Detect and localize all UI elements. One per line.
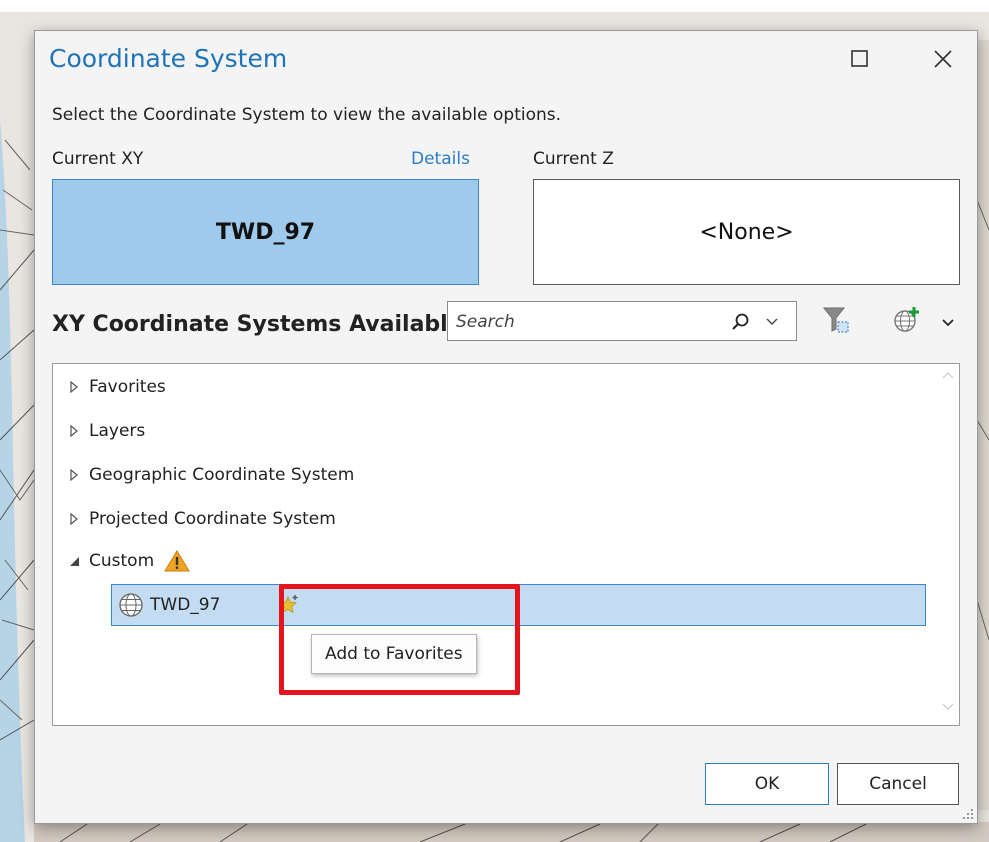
dialog-title: Coordinate System: [49, 44, 288, 73]
tree-item-layers[interactable]: Layers: [69, 416, 145, 446]
scroll-down-icon[interactable]: [941, 702, 955, 712]
expand-arrow-icon[interactable]: [69, 469, 79, 481]
collapse-arrow-icon[interactable]: [69, 556, 80, 567]
search-input[interactable]: [454, 309, 718, 335]
details-link[interactable]: Details: [411, 149, 470, 169]
section-title: XY Coordinate Systems Available: [52, 312, 463, 337]
expand-arrow-icon[interactable]: [69, 425, 79, 437]
tree-item-favorites[interactable]: Favorites: [69, 372, 166, 402]
expand-arrow-icon[interactable]: [69, 513, 79, 525]
chevron-down-icon[interactable]: [766, 316, 778, 326]
ok-button[interactable]: OK: [705, 763, 829, 805]
filter-icon[interactable]: [822, 305, 850, 335]
current-z-value: <None>: [699, 219, 794, 245]
tree-item-label: Geographic Coordinate System: [89, 465, 355, 485]
current-z-label: Current Z: [533, 149, 614, 169]
globe-add-icon[interactable]: [892, 305, 922, 335]
close-button[interactable]: [929, 45, 957, 73]
scroll-up-icon[interactable]: [941, 370, 955, 380]
current-z-box[interactable]: <None>: [533, 179, 960, 285]
current-xy-box[interactable]: TWD_97: [52, 179, 479, 285]
search-icon[interactable]: [731, 312, 751, 332]
tree-item-label: Favorites: [89, 377, 166, 397]
current-xy-label: Current XY: [52, 149, 144, 169]
current-xy-value: TWD_97: [215, 219, 316, 245]
coordinate-system-tree[interactable]: Favorites Layers Geographic Coordinate S…: [52, 363, 960, 726]
warning-icon: [164, 550, 191, 572]
cancel-button[interactable]: Cancel: [837, 763, 959, 805]
tree-item-label: TWD_97: [150, 595, 221, 615]
tree-item-projected[interactable]: Projected Coordinate System: [69, 504, 336, 534]
tree-item-geographic[interactable]: Geographic Coordinate System: [69, 460, 354, 490]
close-icon: [934, 50, 952, 68]
coordinate-system-dialog: Coordinate System Select the Coordinate …: [34, 30, 978, 824]
tree-item-label: Projected Coordinate System: [89, 509, 336, 529]
maximize-button[interactable]: [846, 45, 874, 73]
highlight-annotation: [279, 584, 520, 695]
resize-grip-icon[interactable]: [959, 805, 975, 821]
tree-item-custom[interactable]: Custom: [69, 546, 191, 576]
tree-item-label: Custom: [89, 551, 155, 571]
maximize-icon: [851, 50, 868, 67]
tree-item-label: Layers: [89, 421, 146, 441]
dialog-instructions: Select the Coordinate System to view the…: [52, 105, 562, 125]
search-box[interactable]: [447, 301, 797, 341]
chevron-down-icon[interactable]: [942, 317, 954, 327]
globe-icon: [119, 593, 143, 617]
expand-arrow-icon[interactable]: [69, 381, 79, 393]
